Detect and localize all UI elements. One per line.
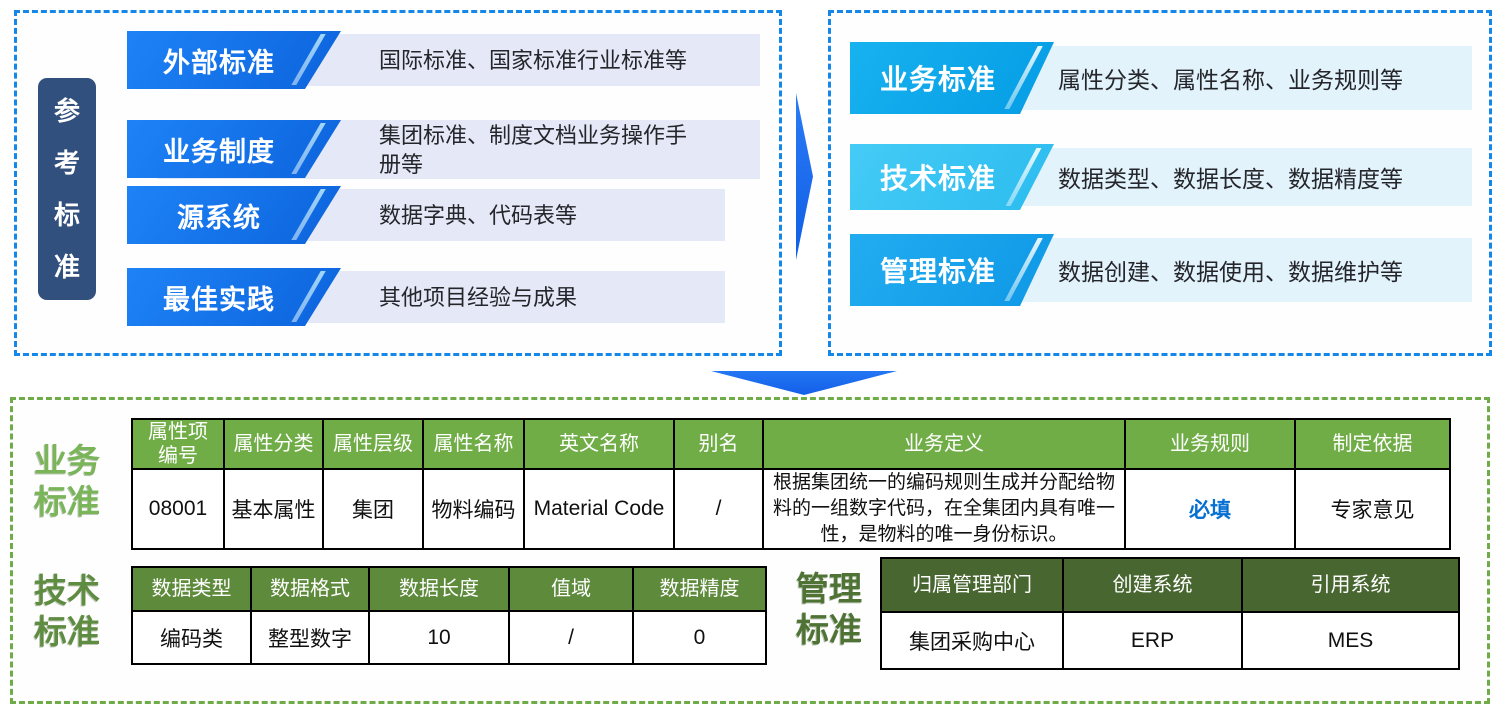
table-cell: ERP: [1063, 612, 1242, 669]
column-header: 制定依据: [1295, 419, 1450, 469]
down-arrow-icon: [711, 371, 897, 395]
table-header-row: 归属管理部门 创建系统 引用系统: [881, 558, 1459, 612]
table-cell: 专家意见: [1295, 469, 1450, 549]
table-header-row: 属性项编号 属性分类 属性层级 属性名称 英文名称 别名 业务定义 业务规则 制…: [132, 419, 1450, 469]
reference-row-label: 源系统: [177, 196, 261, 235]
reference-row-label: 业务制度: [163, 130, 275, 169]
column-header: 别名: [674, 419, 763, 469]
column-header: 引用系统: [1242, 558, 1459, 612]
table-cell: Material Code: [524, 469, 674, 549]
category-row-badge: 管理标准: [850, 234, 1054, 306]
column-header: 创建系统: [1063, 558, 1242, 612]
table-header-row: 数据类型 数据格式 数据长度 值域 数据精度: [132, 567, 766, 611]
technical-standard-section-label: 技术标准: [25, 570, 109, 652]
column-header: 数据格式: [251, 567, 369, 611]
reference-row-badge: 最佳实践: [127, 268, 341, 326]
category-row-business: 属性分类、属性名称、业务规则等 业务标准: [831, 42, 1489, 114]
column-header: 归属管理部门: [881, 558, 1063, 612]
column-header: 英文名称: [524, 419, 674, 469]
table-cell: 集团: [323, 469, 423, 549]
table-cell-business-definition: 根据集团统一的编码规则生成并分配给物料的一组数字代码，在全集团内具有唯一性，是物…: [763, 469, 1125, 549]
management-standard-section-label: 管理标准: [787, 568, 871, 650]
reference-standards-panel: 参考标准 国际标准、国家标准行业标准等 外部标准 集团标准、制度文档业务操作手册…: [14, 10, 782, 356]
category-row-badge: 技术标准: [850, 144, 1054, 210]
reference-row-badge: 源系统: [127, 186, 341, 244]
column-header: 数据类型: [132, 567, 251, 611]
category-row-label: 技术标准: [880, 157, 996, 197]
table-cell: 物料编码: [423, 469, 524, 549]
reference-row-business-system: 集团标准、制度文档业务操作手册等 业务制度: [17, 117, 779, 182]
category-row-technical: 数据类型、数据长度、数据精度等 技术标准: [831, 144, 1489, 210]
table-row: 08001 基本属性 集团 物料编码 Material Code / 根据集团统…: [132, 469, 1450, 549]
management-standard-table: 归属管理部门 创建系统 引用系统 集团采购中心 ERP MES: [880, 557, 1460, 670]
column-header: 值域: [509, 567, 633, 611]
column-header: 属性分类: [224, 419, 323, 469]
reference-row-source-system: 数据字典、代码表等 源系统: [17, 186, 779, 244]
column-header: 属性名称: [423, 419, 524, 469]
reference-row-badge: 业务制度: [127, 120, 341, 178]
column-header: 属性项编号: [132, 419, 224, 469]
table-cell: 10: [369, 611, 509, 664]
table-cell-required: 必填: [1125, 469, 1295, 549]
standards-categories-panel: 属性分类、属性名称、业务规则等 业务标准 数据类型、数据长度、数据精度等 技术标…: [828, 10, 1492, 356]
column-header: 数据精度: [633, 567, 766, 611]
table-cell: /: [509, 611, 633, 664]
table-cell: 08001: [132, 469, 224, 549]
table-row: 集团采购中心 ERP MES: [881, 612, 1459, 669]
category-row-label: 业务标准: [880, 58, 996, 98]
table-cell: 编码类: [132, 611, 251, 664]
reference-row-external: 国际标准、国家标准行业标准等 外部标准: [17, 31, 779, 89]
reference-row-badge: 外部标准: [127, 31, 341, 89]
table-cell: 0: [633, 611, 766, 664]
reference-row-label: 外部标准: [163, 41, 275, 80]
category-row-management: 数据创建、数据使用、数据维护等 管理标准: [831, 234, 1489, 306]
table-cell: 集团采购中心: [881, 612, 1063, 669]
table-cell: /: [674, 469, 763, 549]
right-pointer-arrow-icon: [796, 93, 813, 260]
standards-detail-panel: 业务标准 属性项编号 属性分类 属性层级 属性名称 英文名称 别名 业务定义 业…: [10, 397, 1490, 704]
technical-standard-table: 数据类型 数据格式 数据长度 值域 数据精度 编码类 整型数字 10 / 0: [131, 566, 767, 665]
business-standard-table: 属性项编号 属性分类 属性层级 属性名称 英文名称 别名 业务定义 业务规则 制…: [131, 418, 1451, 550]
column-header: 业务定义: [763, 419, 1125, 469]
category-row-badge: 业务标准: [850, 42, 1054, 114]
table-cell: 整型数字: [251, 611, 369, 664]
reference-row-label: 最佳实践: [163, 278, 275, 317]
table-cell: MES: [1242, 612, 1459, 669]
category-row-label: 管理标准: [880, 250, 996, 290]
table-cell: 基本属性: [224, 469, 323, 549]
column-header: 数据长度: [369, 567, 509, 611]
table-row: 编码类 整型数字 10 / 0: [132, 611, 766, 664]
column-header: 业务规则: [1125, 419, 1295, 469]
reference-row-best-practice: 其他项目经验与成果 最佳实践: [17, 268, 779, 326]
business-standard-section-label: 业务标准: [25, 440, 109, 522]
column-header: 属性层级: [323, 419, 423, 469]
standards-slide: 参考标准 国际标准、国家标准行业标准等 外部标准 集团标准、制度文档业务操作手册…: [0, 0, 1504, 712]
